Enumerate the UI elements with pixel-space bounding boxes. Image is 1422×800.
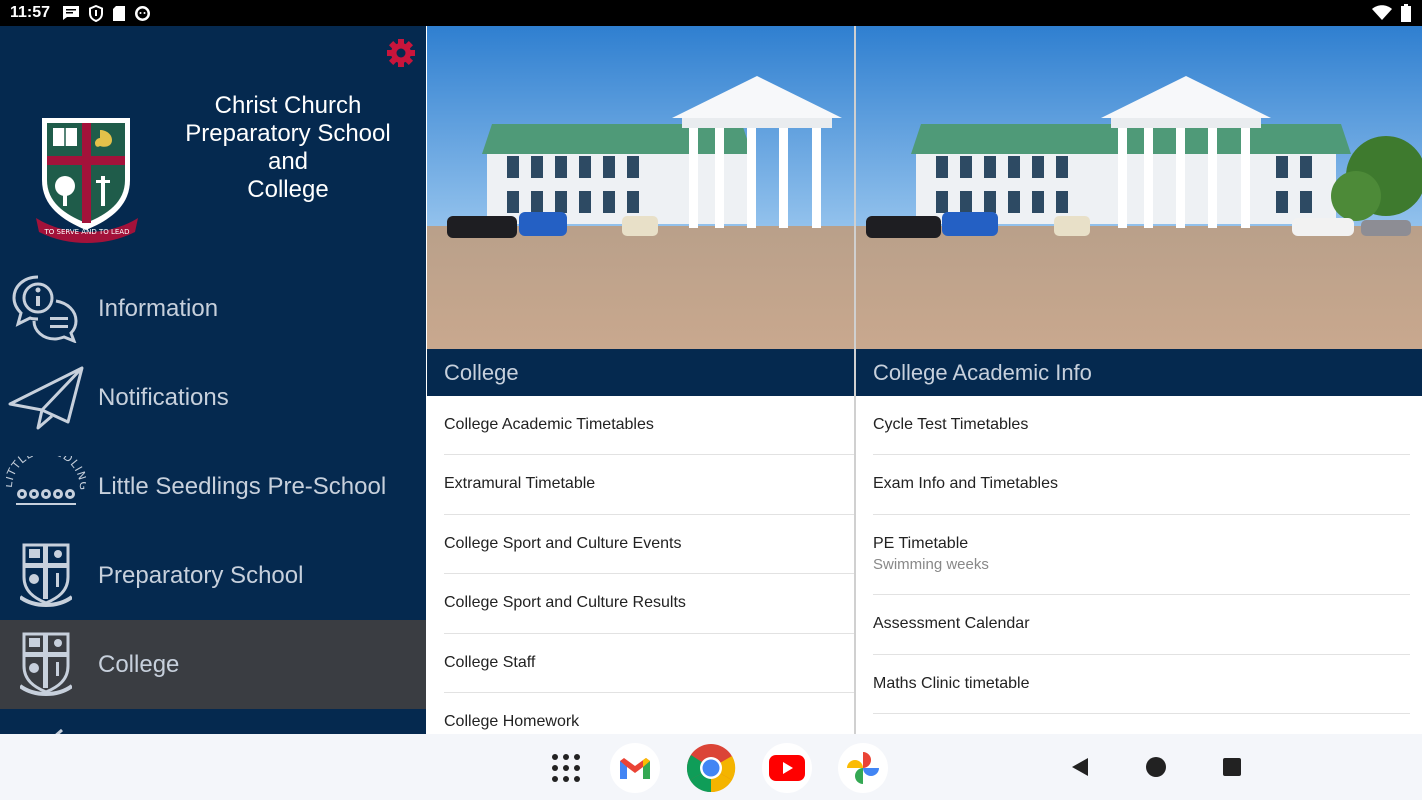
back-button[interactable] <box>1068 755 1092 779</box>
college-academic-info-header: College Academic Info <box>856 349 1422 396</box>
college-list: College Academic Timetables Extramural T… <box>427 396 854 734</box>
menu-item-notifications[interactable]: Notifications <box>0 353 426 442</box>
list-item-title: Assessment Calendar <box>873 615 1030 632</box>
list-item-cycle-test-timetables[interactable]: Cycle Test Timetables <box>856 396 1422 455</box>
menu-item-preparatory-school[interactable]: Preparatory School <box>0 531 426 620</box>
college-building-photo <box>427 26 854 349</box>
school-name-line: College <box>247 176 329 203</box>
recents-button[interactable] <box>1220 755 1244 779</box>
list-item-title: College Sport and Culture Results <box>444 594 686 611</box>
list-item-title: PE Timetable <box>873 535 969 552</box>
list-item-sport-culture-results[interactable]: College Sport and Culture Results <box>427 574 854 634</box>
wifi-icon <box>1372 5 1392 21</box>
college-column: College College Academic Timetables Extr… <box>427 26 854 734</box>
list-item-sport-culture-events[interactable]: College Sport and Culture Events <box>427 515 854 574</box>
crest-motto: TO SERVE AND TO LEAD <box>44 228 130 236</box>
list-item-extramural-timetable[interactable]: Extramural Timetable <box>427 455 854 515</box>
paper-plane-icon <box>6 717 86 734</box>
list-item-title: Maths Clinic timetable <box>873 675 1030 692</box>
school-name: Christ Church Preparatory School and Col… <box>168 92 408 204</box>
list-item-title: College Staff <box>444 654 536 671</box>
school-name-line: Preparatory School <box>185 120 391 147</box>
list-item-assessment-calendar[interactable]: Assessment Calendar <box>856 595 1422 655</box>
status-time: 11:57 <box>10 4 51 21</box>
school-name-line: Christ Church <box>214 92 362 119</box>
list-item-college-staff[interactable]: College Staff <box>427 634 854 693</box>
sd-card-icon <box>112 5 126 22</box>
menu-item-information[interactable]: Information <box>0 264 426 353</box>
svg-text:LITTLE SEEDLINGS: LITTLE SEEDLINGS <box>6 456 86 491</box>
youtube-icon[interactable] <box>762 743 812 793</box>
menu-item-label: Preparatory School <box>98 561 304 589</box>
menu-item-little-seedlings[interactable]: LITTLE SEEDLINGS Little Seedlings Pre-Sc… <box>0 442 426 531</box>
list-item-exam-info-timetables[interactable]: Exam Info and Timetables <box>856 455 1422 515</box>
divider <box>873 713 1410 714</box>
photos-icon[interactable] <box>838 743 888 793</box>
menu-item-label: Little Seedlings Pre-School <box>98 472 387 500</box>
shield-icon <box>88 4 104 22</box>
school-name-line: and <box>267 148 309 175</box>
home-button[interactable] <box>1144 755 1168 779</box>
list-item-title: Extramural Timetable <box>444 475 596 492</box>
list-item-title: Exam Info and Timetables <box>873 475 1058 492</box>
menu-item-partial[interactable] <box>0 709 426 734</box>
face-icon <box>134 5 151 22</box>
school-crest-icon <box>6 539 86 611</box>
paper-plane-icon <box>6 361 86 433</box>
gmail-icon[interactable] <box>610 743 660 793</box>
menu-item-label: College <box>98 650 180 678</box>
college-academic-info-column: College Academic Info Cycle Test Timetab… <box>856 26 1422 734</box>
app-drawer-icon[interactable] <box>541 743 591 793</box>
little-seedlings-logo-icon: LITTLE SEEDLINGS <box>6 450 86 522</box>
list-item-title: College Sport and Culture Events <box>444 535 682 552</box>
status-bar: 11:57 <box>0 0 1422 26</box>
list-item-subtitle: Swimming weeks <box>873 556 989 573</box>
list-item-maths-clinic-timetable[interactable]: Maths Clinic timetable <box>856 655 1422 714</box>
settings-gear-icon[interactable] <box>386 38 416 68</box>
system-nav-bar <box>0 734 1422 800</box>
college-header: College <box>427 349 854 396</box>
battery-icon <box>1400 4 1412 22</box>
academic-info-list: Cycle Test Timetables Exam Info and Time… <box>856 396 1422 714</box>
menu-item-label: Notifications <box>98 383 229 411</box>
message-icon <box>62 5 80 21</box>
menu-item-college[interactable]: College <box>0 620 426 709</box>
school-crest-icon <box>6 628 86 700</box>
list-item-pe-timetable[interactable]: PE Timetable Swimming weeks <box>856 515 1422 595</box>
list-item-title: Cycle Test Timetables <box>873 416 1029 433</box>
menu-item-label: Information <box>98 294 219 322</box>
drawer-menu: Information Notifications LITTLE SEEDLIN… <box>0 264 426 734</box>
list-item-title: College Academic Timetables <box>444 416 654 433</box>
list-item-college-homework[interactable]: College Homework <box>427 693 854 734</box>
list-item-college-academic-timetables[interactable]: College Academic Timetables <box>427 396 854 455</box>
school-crest-logo: TO SERVE AND TO LEAD <box>34 114 140 244</box>
list-item-title: College Homework <box>444 713 580 730</box>
navigation-drawer: TO SERVE AND TO LEAD Christ Church Prepa… <box>0 26 426 734</box>
info-chat-icon <box>6 272 86 344</box>
chrome-icon[interactable] <box>686 743 736 793</box>
college-building-photo <box>856 26 1422 349</box>
